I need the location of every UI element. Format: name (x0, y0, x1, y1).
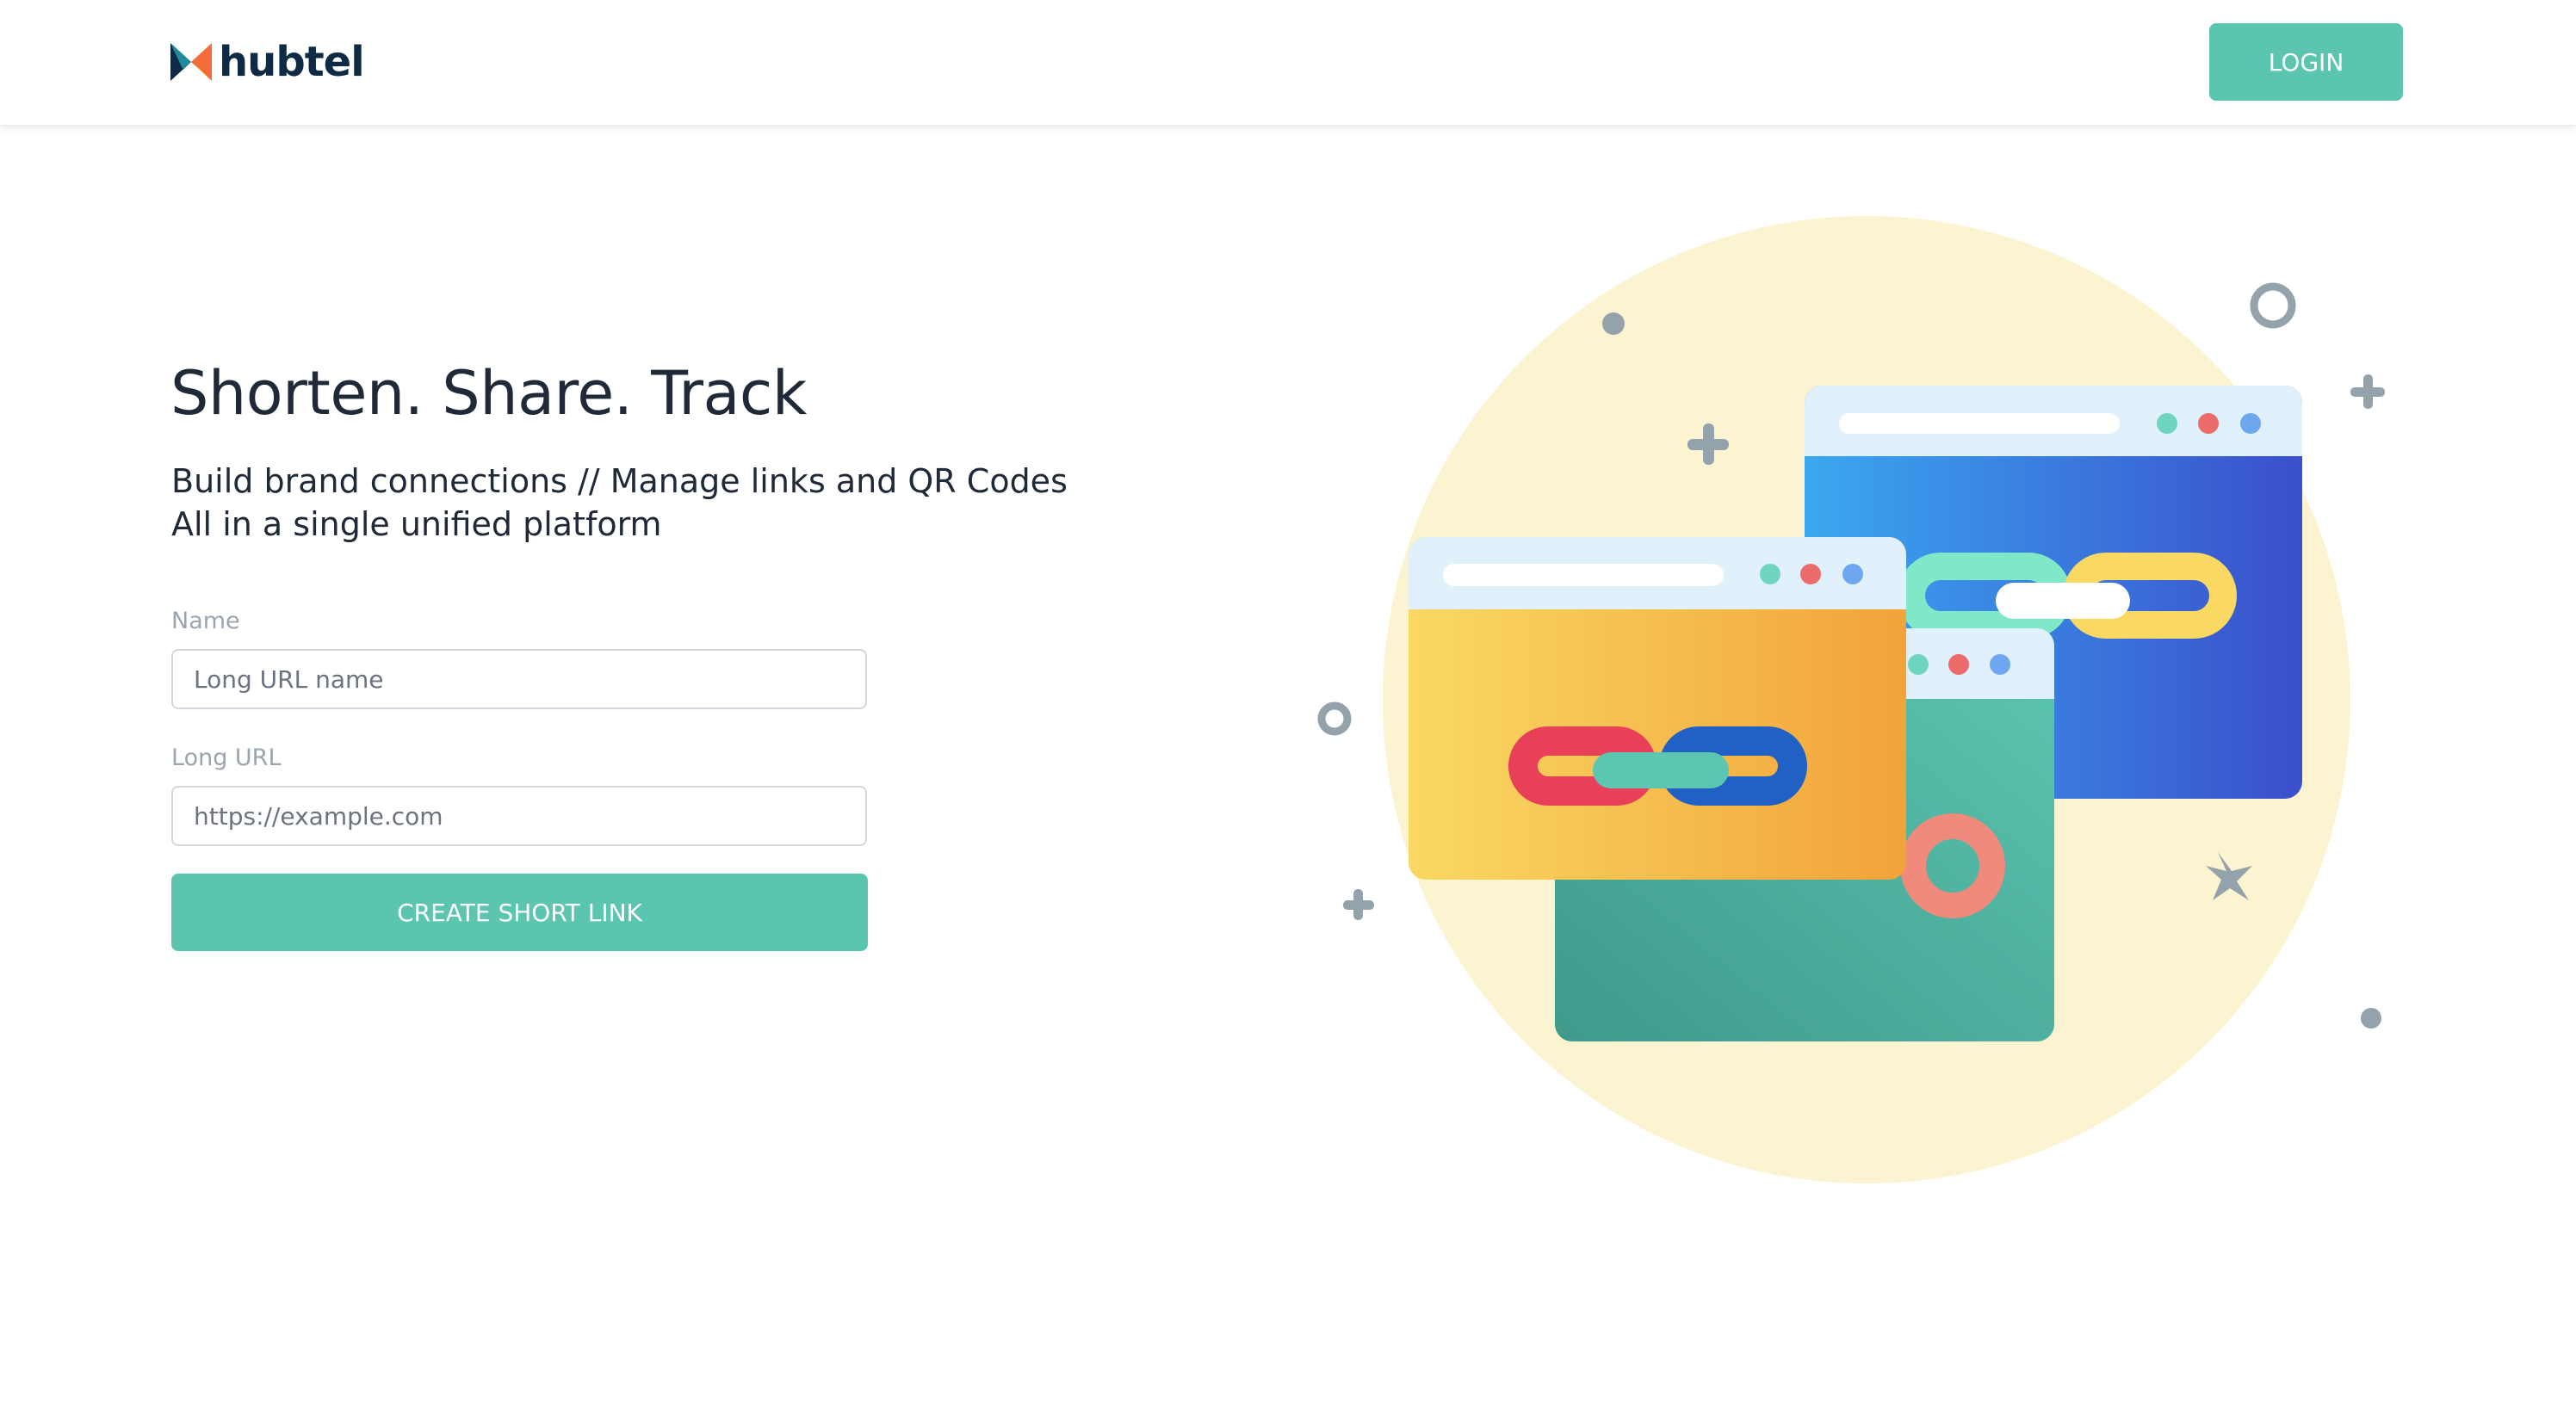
ring-decoration (1317, 701, 1352, 736)
long-url-input[interactable] (171, 786, 867, 846)
dot-decoration (1602, 312, 1625, 335)
dot-decoration (2361, 1008, 2381, 1029)
top-navbar: hubtel LOGIN (0, 0, 2576, 126)
subtitle-line-2: All in a single unified platform (171, 505, 662, 543)
subtitle-line-1: Build brand connections // Manage links … (171, 462, 1068, 500)
login-button[interactable]: LOGIN (2209, 23, 2403, 101)
brand-name: hubtel (219, 38, 365, 86)
page-title: Shorten. Share. Track (170, 358, 807, 429)
plus-decoration (1343, 889, 1374, 920)
hubtel-logo-icon (170, 43, 212, 81)
brand-logo[interactable]: hubtel (170, 38, 365, 86)
plus-decoration (2350, 374, 2385, 409)
long-url-label: Long URL (171, 745, 282, 771)
name-label: Name (171, 608, 240, 634)
name-input[interactable] (171, 649, 867, 709)
link-windows-illustration (1317, 216, 2385, 1183)
create-short-link-button[interactable]: CREATE SHORT LINK (171, 874, 868, 951)
ring-decoration (2250, 282, 2296, 329)
page-subtitle: Build brand connections // Manage links … (171, 460, 1068, 546)
yellow-window (1409, 537, 1906, 880)
